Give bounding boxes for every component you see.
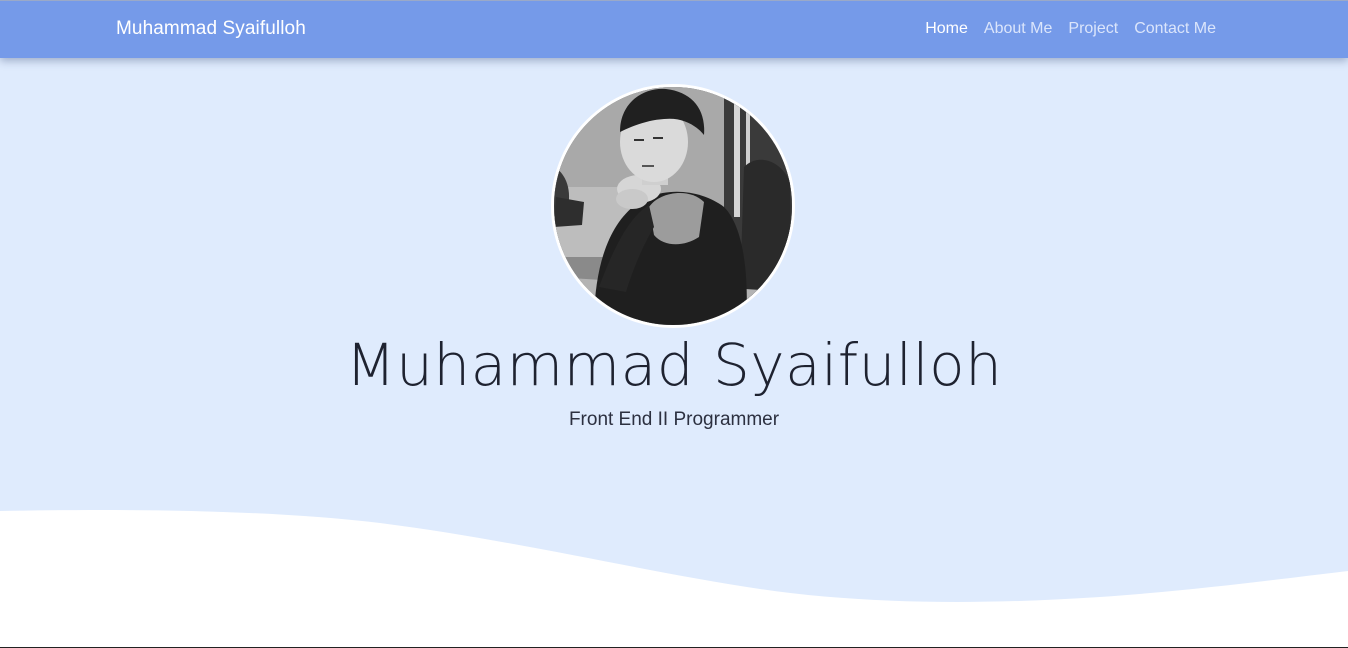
nav-links: Home About Me Project Contact Me: [917, 20, 1224, 38]
hero-name: Muhammad Syaifulloh: [345, 331, 1003, 399]
profile-photo: [551, 84, 795, 328]
hero-subtitle: Front End II Programmer: [568, 409, 780, 430]
brand-link[interactable]: Muhammad Syaifulloh: [116, 18, 306, 40]
nav-link-contact-me[interactable]: Contact Me: [1126, 20, 1224, 38]
page: Muhammad Syaifulloh Home About Me Projec…: [0, 0, 1348, 648]
profile-photo-image: [554, 87, 792, 325]
nav-link-about-me[interactable]: About Me: [976, 20, 1060, 38]
nav-link-home[interactable]: Home: [917, 20, 976, 38]
navbar: Muhammad Syaifulloh Home About Me Projec…: [0, 1, 1348, 58]
nav-link-project[interactable]: Project: [1060, 20, 1126, 38]
